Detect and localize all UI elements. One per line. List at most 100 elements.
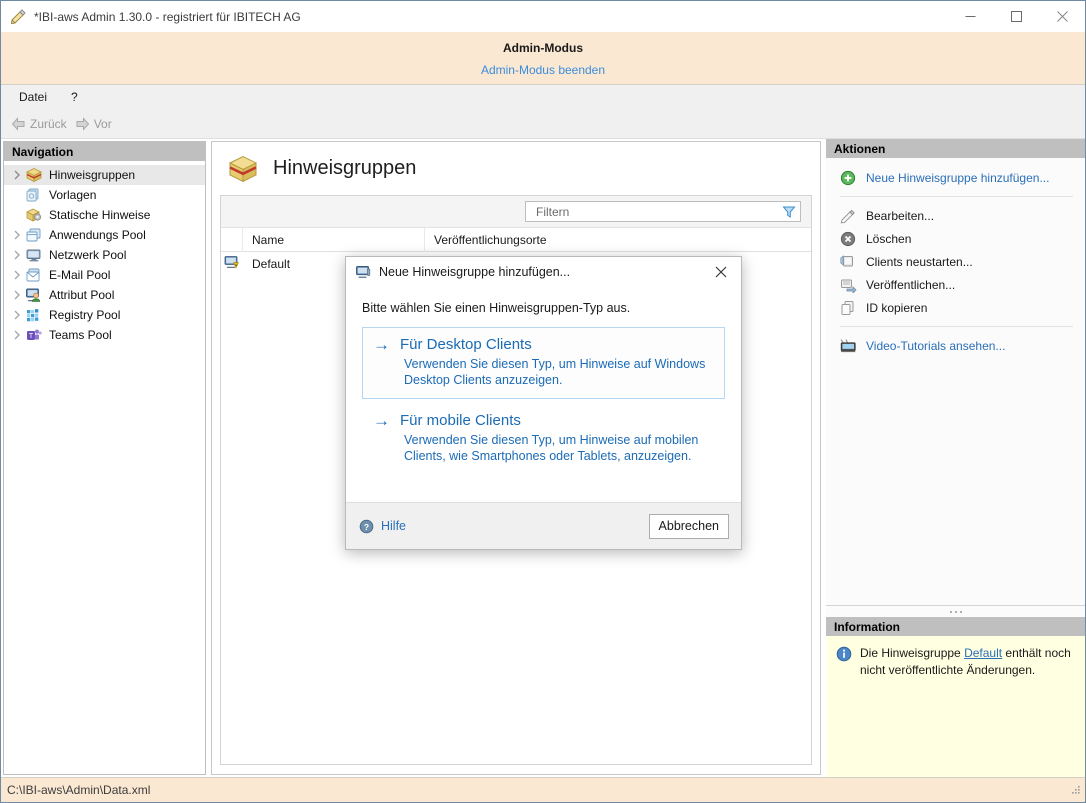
funnel-icon[interactable] [782,205,796,219]
action-copy-id[interactable]: ID kopieren [826,296,1085,319]
action-add-hinweisgruppe[interactable]: Neue Hinweisgruppe hinzufügen... [826,166,1085,189]
add-circle-icon [840,170,857,186]
back-button[interactable]: Zurück [11,117,67,131]
sidebar-item-label: Anwendungs Pool [49,228,146,242]
exit-admin-mode-link[interactable]: Admin-Modus beenden [481,63,605,77]
arrow-right-icon: → [373,336,390,354]
grip-dot [955,611,957,613]
forward-button-label: Vor [94,117,112,131]
action-label: ID kopieren [866,301,927,315]
help-circle-icon: ? [359,519,374,534]
information-panel-header: Information [826,617,1085,636]
sidebar-item-label: Attribut Pool [49,288,114,302]
title-bar: *IBI-aws Admin 1.30.0 - registriert für … [1,1,1085,32]
sidebar-item-hinweisgruppen[interactable]: Hinweisgruppen [4,165,205,185]
svg-text:T: T [29,333,34,340]
information-text-before: Die Hinweisgruppe [860,646,964,660]
right-column: Aktionen Neue Hinweisgruppe hinzufügen..… [826,139,1085,777]
sidebar-item-email-pool[interactable]: E-Mail Pool [4,265,205,285]
action-edit[interactable]: Bearbeiten... [826,204,1085,227]
option-mobile-clients[interactable]: → Für mobile Clients Verwenden Sie diese… [362,403,725,475]
action-label: Löschen [866,232,911,246]
expander-placeholder [9,207,25,223]
sidebar-item-attribut-pool[interactable]: Attribut Pool [4,285,205,305]
user-monitor-icon [25,287,43,303]
information-link-default[interactable]: Default [964,646,1002,660]
chevron-right-icon[interactable] [9,227,25,243]
grid-header-row: Name Veröffentlichungsorte [221,228,811,252]
navigation-list: Hinweisgruppen Vorlagen [4,161,205,774]
sidebar-item-teams-pool[interactable]: T Teams Pool [4,325,205,345]
actions-separator [840,196,1073,197]
close-button[interactable] [1039,1,1085,32]
panel-resize-grip[interactable] [826,606,1085,617]
copy-icon [840,300,857,316]
option-desktop-clients[interactable]: → Für Desktop Clients Verwenden Sie dies… [362,327,725,399]
sidebar-item-label: Registry Pool [49,308,120,322]
action-publish[interactable]: Veröffentlichen... [826,273,1085,296]
sidebar-item-netzwerk-pool[interactable]: Netzwerk Pool [4,245,205,265]
restart-icon [840,254,857,270]
sidebar-item-label: Vorlagen [49,188,96,202]
registry-grid-icon [25,307,43,323]
chevron-right-icon[interactable] [9,167,25,183]
monitor-icon [25,247,43,263]
package-box-icon [227,154,259,184]
resize-grip-icon[interactable] [1069,784,1081,796]
window-title: *IBI-aws Admin 1.30.0 - registriert für … [34,10,301,24]
cancel-button[interactable]: Abbrechen [649,514,729,539]
menu-datei[interactable]: Datei [11,87,55,107]
dialog-close-button[interactable] [701,257,741,287]
actions-separator [840,326,1073,327]
option-title: Für Desktop Clients [400,336,532,354]
grip-dot [960,611,962,613]
sidebar-item-label: Statische Hinweise [49,208,150,222]
sidebar-item-statische-hinweise[interactable]: Statische Hinweise [4,205,205,225]
sidebar-item-registry-pool[interactable]: Registry Pool [4,305,205,325]
chevron-right-icon[interactable] [9,247,25,263]
minimize-button[interactable] [947,1,993,32]
action-label: Video-Tutorials ansehen... [866,339,1005,353]
action-delete[interactable]: Löschen [826,227,1085,250]
grid-gutter-header [221,228,243,252]
status-bar: C:\IBI-aws\Admin\Data.xml [1,777,1085,802]
actions-list: Neue Hinweisgruppe hinzufügen... Bearbei… [826,158,1085,357]
column-header-name[interactable]: Name [243,228,425,252]
arrow-right-icon [75,117,90,131]
information-content: Die Hinweisgruppe Default enthält noch n… [826,636,1085,679]
actions-panel: Aktionen Neue Hinweisgruppe hinzufügen..… [826,139,1085,606]
chevron-right-icon[interactable] [9,267,25,283]
information-panel: Information Die Hinweisgruppe Default en… [826,617,1085,777]
option-description: Verwenden Sie diesen Typ, um Hinweise au… [404,356,712,388]
menu-help[interactable]: ? [63,87,86,107]
navigation-panel: Navigation Hinweisgruppen [3,141,206,775]
action-label: Clients neustarten... [866,255,973,269]
option-heading: → Für mobile Clients [373,412,712,430]
admin-mode-title: Admin-Modus [503,41,583,55]
chevron-right-icon[interactable] [9,327,25,343]
actions-panel-header: Aktionen [826,139,1085,158]
chevron-right-icon[interactable] [9,287,25,303]
sidebar-item-anwendungs-pool[interactable]: Anwendungs Pool [4,225,205,245]
option-title: Für mobile Clients [400,412,521,430]
search-input[interactable] [534,204,782,220]
forward-button[interactable]: Vor [75,117,112,131]
chevron-right-icon[interactable] [9,307,25,323]
sidebar-item-label: Hinweisgruppen [49,168,135,182]
help-link[interactable]: ? Hilfe [359,519,406,534]
maximize-button[interactable] [993,1,1039,32]
dialog-title-bar: Neue Hinweisgruppe hinzufügen... [346,257,741,287]
filter-box[interactable] [525,201,801,222]
action-video-tutorials[interactable]: Video-Tutorials ansehen... [826,334,1085,357]
action-restart-clients[interactable]: Clients neustarten... [826,250,1085,273]
add-hinweisgruppe-dialog: Neue Hinweisgruppe hinzufügen... Bitte w… [345,256,742,550]
arrow-left-icon [11,117,26,131]
dialog-title: Neue Hinweisgruppe hinzufügen... [379,265,570,279]
sidebar-item-vorlagen[interactable]: Vorlagen [4,185,205,205]
action-label: Bearbeiten... [866,209,934,223]
teams-icon: T [25,327,43,343]
navigation-panel-header: Navigation [4,142,205,161]
column-header-publish-locations[interactable]: Veröffentlichungsorte [425,228,811,252]
monitor-warning-icon [224,255,240,273]
option-heading: → Für Desktop Clients [373,336,712,354]
